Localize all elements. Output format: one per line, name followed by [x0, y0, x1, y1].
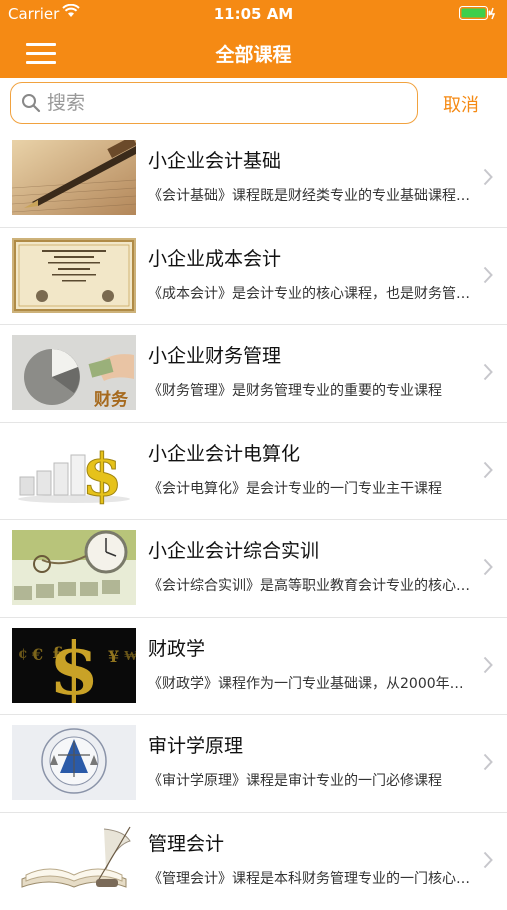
svg-text:€: €	[31, 645, 43, 664]
list-item[interactable]: 管理会计 《管理会计》课程是本科财务管理专业的一门核心课程	[0, 813, 507, 910]
svg-text:¢: ¢	[18, 646, 28, 662]
status-time: 11:05 AM	[0, 5, 507, 23]
course-description: 《成本会计》是会计专业的核心课程，也是财务管理专业的重要课程	[148, 283, 476, 303]
course-thumbnail	[12, 725, 136, 800]
chevron-right-icon	[483, 851, 493, 873]
search-bar: 取消	[0, 78, 507, 130]
page-title: 全部课程	[0, 40, 507, 67]
list-item[interactable]: 审计学原理 《审计学原理》课程是审计专业的一门必修课程	[0, 715, 507, 813]
course-title: 小企业财务管理	[148, 341, 281, 368]
list-item[interactable]: 财务 小企业财务管理 《财务管理》是财务管理专业的重要的专业课程	[0, 325, 507, 423]
thumbnail-caption: 财务	[94, 385, 128, 410]
svg-text:$: $	[49, 628, 99, 703]
list-item[interactable]: 小企业成本会计 《成本会计》是会计专业的核心课程，也是财务管理专业的重要课程	[0, 228, 507, 326]
svg-text:¥: ¥	[108, 647, 119, 666]
search-input[interactable]	[47, 89, 407, 117]
course-thumbnail: $	[12, 433, 136, 508]
course-description: 《会计基础》课程既是财经类专业的专业基础课程，也是会计专业的核心课程	[148, 185, 476, 205]
chevron-right-icon	[483, 753, 493, 775]
status-bar: Carrier 11:05 AM	[0, 0, 507, 28]
course-thumbnail	[12, 140, 136, 215]
chevron-right-icon	[483, 461, 493, 483]
course-title: 小企业成本会计	[148, 244, 281, 271]
course-title: 小企业会计基础	[148, 146, 281, 173]
course-title: 小企业会计电算化	[148, 439, 300, 466]
course-list: 小企业会计基础 《会计基础》课程既是财经类专业的专业基础课程，也是会计专业的核心…	[0, 130, 507, 910]
search-icon	[21, 93, 41, 117]
course-thumbnail: ¢€£$¥₩	[12, 628, 136, 703]
battery-icon	[459, 6, 497, 25]
course-title: 小企业会计综合实训	[148, 536, 319, 563]
course-title: 管理会计	[148, 829, 224, 856]
svg-text:$: $	[82, 441, 122, 508]
chevron-right-icon	[483, 266, 493, 288]
course-description: 《财务管理》是财务管理专业的重要的专业课程	[148, 380, 476, 400]
course-title: 审计学原理	[148, 731, 243, 758]
list-item[interactable]: 小企业会计基础 《会计基础》课程既是财经类专业的专业基础课程，也是会计专业的核心…	[0, 130, 507, 228]
chevron-right-icon	[483, 363, 493, 385]
search-box[interactable]	[10, 82, 418, 124]
course-thumbnail: 财务	[12, 335, 136, 410]
course-description: 《审计学原理》课程是审计专业的一门必修课程	[148, 770, 476, 790]
course-description: 《财政学》课程作为一门专业基础课，从2000年开始建设	[148, 673, 476, 693]
course-title: 财政学	[148, 634, 205, 661]
course-thumbnail	[12, 238, 136, 313]
list-item[interactable]: $ 小企业会计电算化 《会计电算化》是会计专业的一门专业主干课程	[0, 423, 507, 521]
course-description: 《会计电算化》是会计专业的一门专业主干课程	[148, 478, 476, 498]
svg-text:₩: ₩	[124, 648, 136, 664]
chevron-right-icon	[483, 558, 493, 580]
course-thumbnail	[12, 823, 136, 898]
course-description: 《会计综合实训》是高等职业教育会计专业的核心课程	[148, 575, 476, 595]
list-item[interactable]: ¢€£$¥₩ 财政学 《财政学》课程作为一门专业基础课，从2000年开始建设	[0, 618, 507, 716]
nav-bar: 全部课程	[0, 28, 507, 78]
course-description: 《管理会计》课程是本科财务管理专业的一门核心课程	[148, 868, 476, 888]
chevron-right-icon	[483, 656, 493, 678]
course-thumbnail	[12, 530, 136, 605]
list-item[interactable]: 小企业会计综合实训 《会计综合实训》是高等职业教育会计专业的核心课程	[0, 520, 507, 618]
cancel-button[interactable]: 取消	[443, 91, 479, 117]
chevron-right-icon	[483, 168, 493, 190]
